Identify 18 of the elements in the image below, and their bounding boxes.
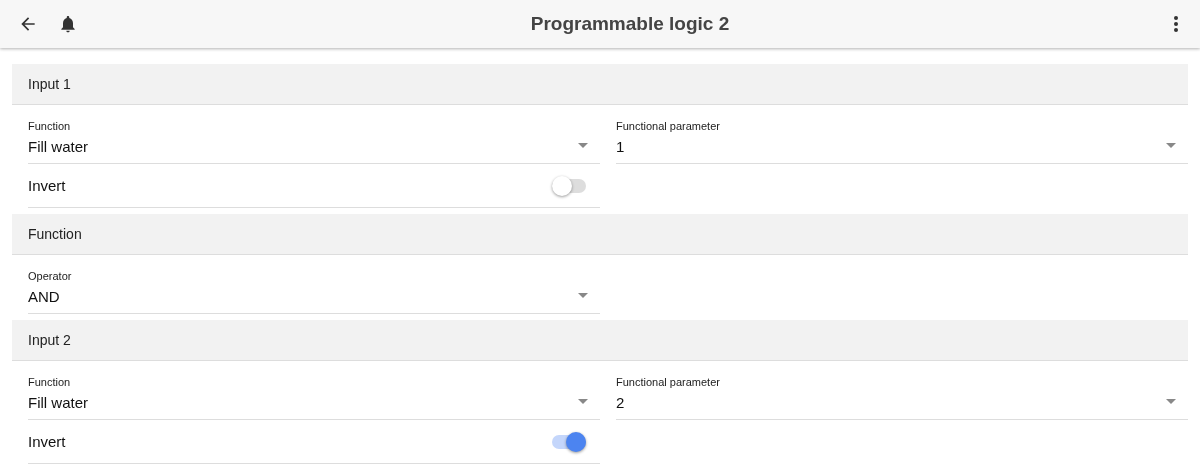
dropdown-caret-icon [1166, 399, 1176, 404]
dropdown-caret-icon [578, 293, 588, 298]
page-title: Programmable logic 2 [529, 13, 731, 35]
select-field[interactable]: Functional parameter 1 [616, 105, 1188, 164]
select-field[interactable]: Functional parameter 2 [616, 361, 1188, 420]
toggle-switch[interactable] [552, 434, 586, 449]
dropdown-caret-icon [578, 399, 588, 404]
section-header: Function [12, 214, 1188, 255]
toggle-switch[interactable] [552, 178, 586, 193]
dropdown-caret-icon [1166, 143, 1176, 148]
toggle-label: Invert [28, 433, 66, 450]
select-field[interactable]: Operator AND [28, 255, 600, 314]
section-header: Input 2 [12, 320, 1188, 361]
select-field[interactable]: Function Fill water [28, 105, 600, 164]
toggle-label: Invert [28, 177, 66, 194]
section-header: Input 1 [12, 64, 1188, 105]
select-field[interactable]: Function Fill water [28, 361, 600, 420]
dropdown-caret-icon [578, 143, 588, 148]
